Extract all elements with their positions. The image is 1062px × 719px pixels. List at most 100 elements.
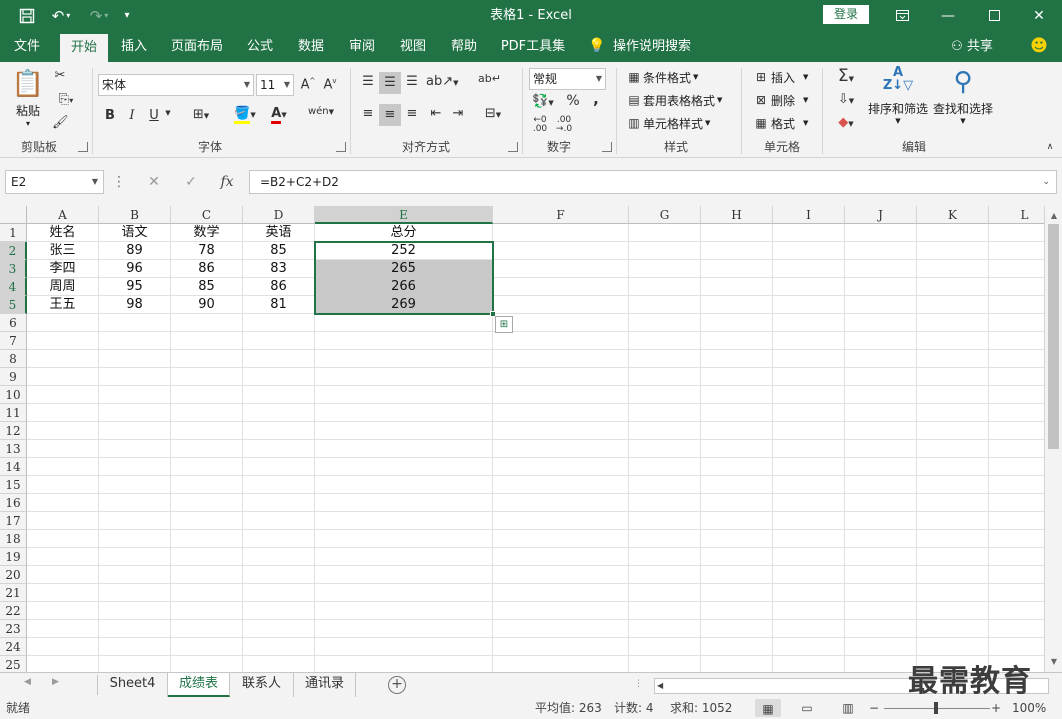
font-name-select[interactable]: 宋体 ▼ xyxy=(98,74,254,96)
cell-e1[interactable]: 总分 xyxy=(315,224,492,242)
sheet-tab-contacts[interactable]: 联系人 xyxy=(230,673,294,697)
format-painter-icon[interactable]: 🖌 xyxy=(52,115,69,130)
undo-icon[interactable]: ↶ ▾ xyxy=(46,0,76,31)
accounting-format-icon[interactable]: 💱▼ xyxy=(530,94,556,109)
column-header-k[interactable]: K xyxy=(917,206,989,224)
close-button[interactable]: ✕ xyxy=(1016,0,1062,31)
row-header-8[interactable]: 8 xyxy=(0,350,27,368)
cell-b3[interactable]: 96 xyxy=(99,260,170,278)
row-header-10[interactable]: 10 xyxy=(0,386,27,404)
add-sheet-button[interactable]: + xyxy=(388,676,406,694)
column-header-g[interactable]: G xyxy=(629,206,701,224)
ribbon-display-options-icon[interactable] xyxy=(879,0,925,31)
row-header-7[interactable]: 7 xyxy=(0,332,27,350)
tab-file[interactable]: 文件 xyxy=(4,31,50,62)
row-header-19[interactable]: 19 xyxy=(0,548,27,566)
phonetic-guide-icon[interactable]: wén▼ xyxy=(306,106,336,117)
cell-b5[interactable]: 98 xyxy=(99,296,170,314)
login-button[interactable]: 登录 xyxy=(823,5,869,24)
row-header-20[interactable]: 20 xyxy=(0,566,27,584)
quick-analysis-icon[interactable]: ⊞ xyxy=(495,316,513,333)
minimize-button[interactable]: — xyxy=(925,0,971,31)
cell-e4[interactable]: 266 xyxy=(315,278,492,296)
comma-style-button[interactable]: , xyxy=(590,90,602,108)
row-header-24[interactable]: 24 xyxy=(0,638,27,656)
align-middle-icon[interactable]: ☰ xyxy=(379,72,401,94)
prev-sheet-icon[interactable]: ◀ xyxy=(24,677,31,687)
zoom-out-icon[interactable]: − xyxy=(868,698,880,718)
column-header-l[interactable]: L xyxy=(989,206,1044,224)
find-select-button[interactable]: ⚲ 查找和选择 ▼ xyxy=(932,66,994,134)
italic-button[interactable]: I xyxy=(125,108,139,123)
cell-c4[interactable]: 85 xyxy=(171,278,242,296)
zoom-in-icon[interactable]: + xyxy=(990,698,1002,718)
row-header-9[interactable]: 9 xyxy=(0,368,27,386)
cancel-entry-icon[interactable]: ✕ xyxy=(144,170,164,194)
cell-b4[interactable]: 95 xyxy=(99,278,170,296)
cell-c5[interactable]: 90 xyxy=(171,296,242,314)
cell-c3[interactable]: 86 xyxy=(171,260,242,278)
sheet-tab-scores[interactable]: 成绩表 xyxy=(168,673,230,697)
format-as-table-button[interactable]: ▤ 套用表格格式 ▼ xyxy=(625,91,722,109)
sort-filter-button[interactable]: A Z↓▽ 排序和筛选 ▼ xyxy=(866,66,930,134)
increase-font-icon[interactable]: A^ xyxy=(300,77,316,92)
zoom-level[interactable]: 100% xyxy=(1012,698,1046,718)
align-bottom-icon[interactable]: ☰ xyxy=(402,74,422,89)
tab-split-handle-icon[interactable]: ⋮ xyxy=(634,679,643,689)
tab-help[interactable]: 帮助 xyxy=(444,31,484,62)
sheet-tab-sheet4[interactable]: Sheet4 xyxy=(98,673,168,697)
increase-indent-icon[interactable]: ⇥ xyxy=(448,106,468,121)
row-header-18[interactable]: 18 xyxy=(0,530,27,548)
confirm-entry-icon[interactable]: ✓ xyxy=(181,170,201,194)
formula-input[interactable]: =B2+C2+D2 ⌄ xyxy=(249,170,1057,194)
underline-button[interactable]: U xyxy=(147,108,161,123)
collapse-ribbon-icon[interactable]: ∧ xyxy=(1044,142,1056,152)
align-center-icon[interactable]: ≡ xyxy=(379,104,401,126)
tab-pdf-tools[interactable]: PDF工具集 xyxy=(498,31,568,62)
row-header-16[interactable]: 16 xyxy=(0,494,27,512)
save-icon[interactable] xyxy=(14,0,40,31)
format-cells-button[interactable]: ▦ 格式 ▼ xyxy=(751,114,808,132)
row-header-3[interactable]: 3 xyxy=(0,260,27,278)
cell-a3[interactable]: 李四 xyxy=(27,260,98,278)
orientation-icon[interactable]: ab↗▼ xyxy=(426,74,459,89)
merge-center-icon[interactable]: ⊟▼ xyxy=(478,106,508,121)
tab-data[interactable]: 数据 xyxy=(291,31,331,62)
scroll-down-icon[interactable]: ▼ xyxy=(1045,654,1062,670)
decrease-decimal-icon[interactable]: .00 →.0 xyxy=(554,116,574,134)
alignment-launcher-icon[interactable] xyxy=(508,142,518,152)
decrease-indent-icon[interactable]: ⇤ xyxy=(426,106,446,121)
row-header-23[interactable]: 23 xyxy=(0,620,27,638)
autosum-icon[interactable]: Σ▼ xyxy=(832,66,860,86)
row-header-2[interactable]: 2 xyxy=(0,242,27,260)
row-header-25[interactable]: 25 xyxy=(0,656,27,672)
insert-function-button[interactable]: fx xyxy=(216,170,238,194)
cell-b2[interactable]: 89 xyxy=(99,242,170,260)
sheet-tab-address-book[interactable]: 通讯录 xyxy=(294,673,356,697)
align-right-icon[interactable]: ≡ xyxy=(402,106,422,121)
column-header-f[interactable]: F xyxy=(493,206,629,224)
row-header-6[interactable]: 6 xyxy=(0,314,27,332)
row-header-5[interactable]: 5 xyxy=(0,296,27,314)
cell-e2[interactable]: 252 xyxy=(315,242,492,260)
cell-d4[interactable]: 86 xyxy=(243,278,314,296)
worksheet-grid[interactable]: ABCDEFGHIJKL 1 2 3 4 5 6 7 8 9 10 11 12 13 14 15 16 17 18… xyxy=(0,206,1044,672)
clear-eraser-icon[interactable]: ◆▼ xyxy=(832,115,860,130)
fill-color-icon[interactable]: 🪣▼ xyxy=(230,106,260,124)
vertical-scroll-thumb[interactable] xyxy=(1048,224,1059,449)
cell-c1[interactable]: 数学 xyxy=(171,224,242,242)
tab-insert[interactable]: 插入 xyxy=(114,31,154,62)
redo-icon[interactable]: ↷ ▾ xyxy=(84,0,114,31)
maximize-button[interactable] xyxy=(971,0,1017,31)
row-header-21[interactable]: 21 xyxy=(0,584,27,602)
column-header-i[interactable]: I xyxy=(773,206,845,224)
increase-decimal-icon[interactable]: ←0.00 xyxy=(530,116,550,134)
row-header-14[interactable]: 14 xyxy=(0,458,27,476)
row-header-12[interactable]: 12 xyxy=(0,422,27,440)
bold-button[interactable]: B xyxy=(103,108,117,123)
tab-view[interactable]: 视图 xyxy=(393,31,433,62)
select-all-corner[interactable] xyxy=(0,206,27,224)
smiley-feedback-icon[interactable]: ☻ xyxy=(1028,31,1050,62)
fill-icon[interactable]: ⇩▼ xyxy=(832,92,860,107)
cell-d5[interactable]: 81 xyxy=(243,296,314,314)
